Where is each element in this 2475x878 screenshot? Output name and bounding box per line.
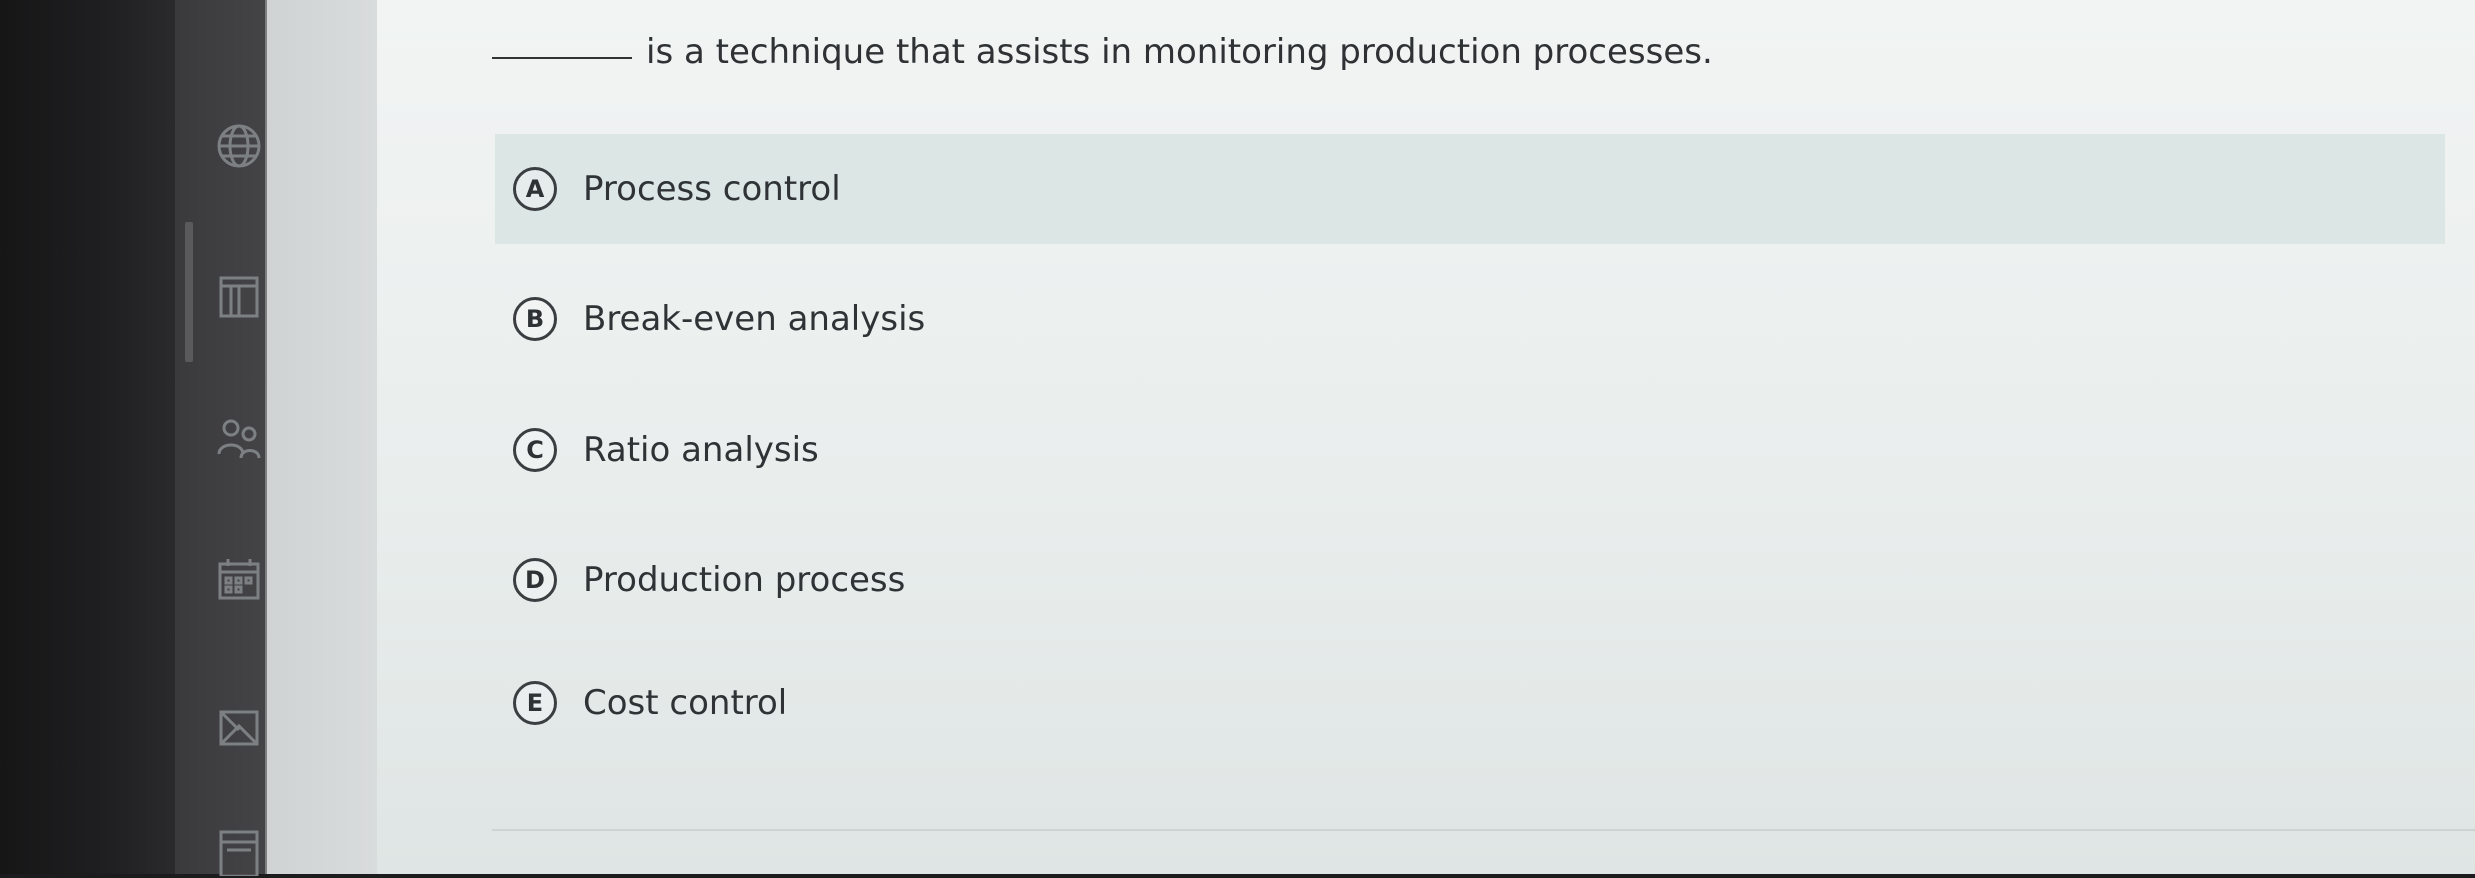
option-b-letter[interactable]: B — [513, 297, 557, 341]
option-b-label: Break-even analysis — [583, 299, 926, 339]
option-c[interactable]: C Ratio analysis — [495, 395, 2445, 505]
calendar-icon[interactable] — [211, 552, 267, 608]
notebook-icon[interactable] — [211, 268, 267, 324]
active-indicator — [185, 222, 193, 362]
option-c-letter[interactable]: C — [513, 428, 557, 472]
question-panel: is a technique that assists in monitorin… — [377, 0, 2475, 874]
document-icon[interactable] — [211, 822, 267, 878]
option-a-letter[interactable]: A — [513, 167, 557, 211]
answer-blank — [492, 57, 632, 59]
option-c-label: Ratio analysis — [583, 430, 819, 470]
people-icon[interactable] — [211, 412, 267, 468]
option-b[interactable]: B Break-even analysis — [495, 264, 2445, 374]
option-e-letter[interactable]: E — [513, 681, 557, 725]
option-d-letter[interactable]: D — [513, 558, 557, 602]
option-d[interactable]: D Production process — [495, 525, 2445, 635]
bottom-divider — [492, 829, 2475, 831]
left-gutter — [265, 0, 379, 874]
option-a[interactable]: A Process control — [495, 134, 2445, 244]
option-d-label: Production process — [583, 560, 906, 600]
sidebar-nav — [175, 0, 267, 876]
mail-icon[interactable] — [211, 700, 267, 756]
question-text: is a technique that assists in monitorin… — [646, 32, 1713, 72]
question-stem: is a technique that assists in monitorin… — [492, 32, 1713, 72]
screen-bezel — [0, 0, 175, 874]
globe-icon[interactable] — [211, 118, 267, 174]
option-e[interactable]: E Cost control — [495, 648, 2445, 758]
option-e-label: Cost control — [583, 683, 788, 723]
option-a-label: Process control — [583, 169, 841, 209]
